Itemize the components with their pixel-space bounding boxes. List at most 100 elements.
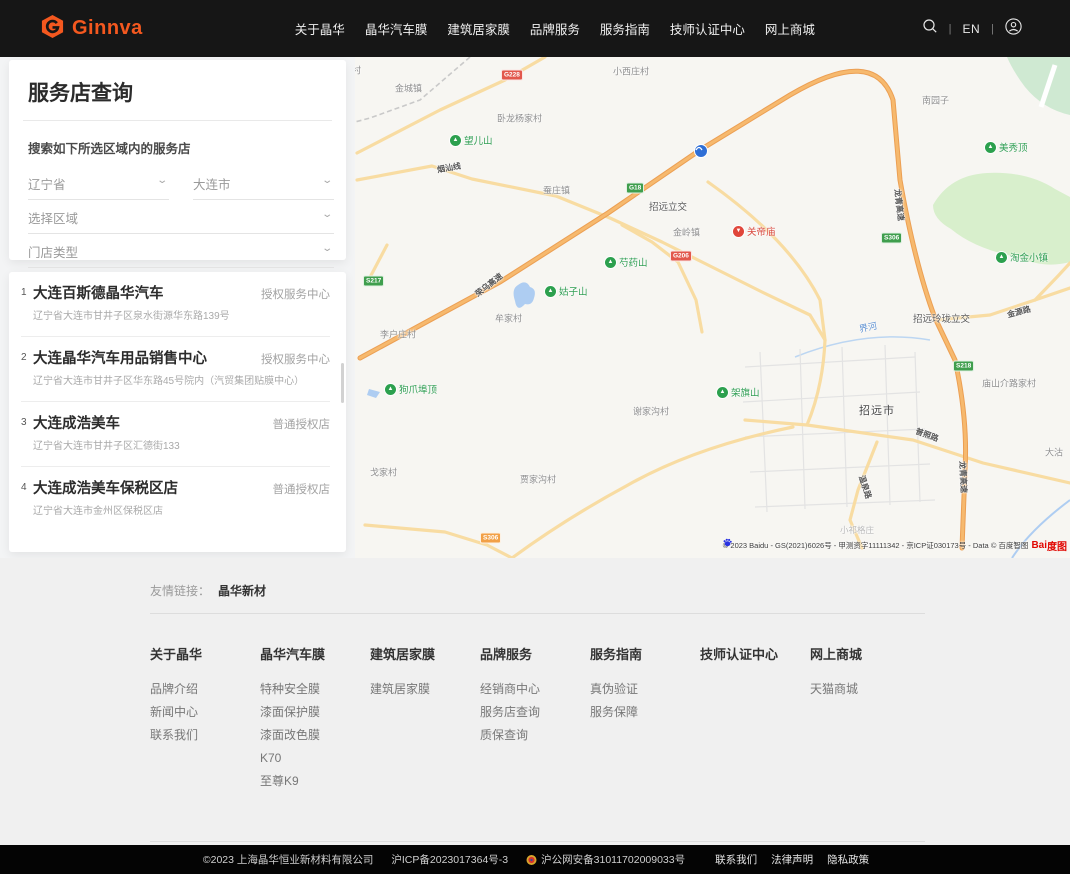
- map-poi[interactable]: ▲望儿山: [450, 133, 493, 147]
- road-badge: G228: [501, 70, 523, 81]
- nav-item-4[interactable]: 服务指南: [598, 15, 652, 42]
- map-poi[interactable]: ▲芍药山: [605, 255, 648, 269]
- select-row: 辽宁省⌄ 大连市 ⌄: [28, 167, 334, 200]
- baidu-map[interactable]: 家村金城镇小西庄村南园子卧龙杨家村蚕庄镇招远立交金岭镇牟家村李户庄村谢家沟村戈家…: [355, 57, 1070, 558]
- select-value: 选择区域: [28, 208, 78, 227]
- footer-column-title[interactable]: 关于晶华: [150, 644, 260, 663]
- footer-link[interactable]: 漆面保护膜: [260, 706, 370, 718]
- store-address: 辽宁省大连市甘井子区华东路45号院内（汽贸集团贴膜中心）: [33, 376, 330, 388]
- poi-label: 淘金小镇: [1010, 250, 1048, 264]
- poi-glyph: ▲: [999, 254, 1005, 260]
- road-badge: S306: [480, 533, 501, 544]
- search-icon[interactable]: [922, 18, 938, 39]
- footer-link[interactable]: 质保查询: [480, 729, 590, 741]
- footer-column-5: 技师认证中心: [700, 644, 810, 798]
- map-poi[interactable]: ▲姑子山: [545, 284, 588, 298]
- store-name: 大连成浩美车保税区店: [33, 481, 178, 498]
- footer-column-title[interactable]: 服务指南: [590, 644, 700, 663]
- footer-columns: 关于晶华品牌介绍新闻中心联系我们晶华汽车膜特种安全膜漆面保护膜漆面改色膜K70至…: [150, 644, 1070, 798]
- select-1[interactable]: 大连市 ⌄: [193, 167, 334, 200]
- footer-link[interactable]: 服务保障: [590, 706, 700, 718]
- nav-item-6[interactable]: 网上商城: [763, 15, 817, 42]
- footer-link[interactable]: 服务店查询: [480, 706, 590, 718]
- language-toggle[interactable]: EN: [962, 22, 980, 36]
- store-head: 3大连成浩美车普通授权店: [21, 416, 330, 433]
- footer-link[interactable]: K70: [260, 752, 370, 764]
- select-0[interactable]: 辽宁省⌄: [28, 167, 169, 200]
- footer-link[interactable]: 真伪验证: [590, 683, 700, 695]
- footer: 友情链接： 晶华新材 关于晶华品牌介绍新闻中心联系我们晶华汽车膜特种安全膜漆面保…: [0, 558, 1070, 845]
- map-copyright-text: © 2023 Baidu - GS(2021)6026号 - 甲测资字11111…: [723, 540, 1029, 551]
- list-scrollbar[interactable]: [341, 363, 344, 403]
- footer-column-title[interactable]: 技师认证中心: [700, 644, 810, 663]
- icp-link[interactable]: 沪ICP备2023017364号-3: [391, 852, 508, 867]
- poi-glyph: ▼: [736, 228, 742, 234]
- police-registration[interactable]: 沪公网安备31011702009033号: [526, 852, 685, 867]
- footer-column-title[interactable]: 晶华汽车膜: [260, 644, 370, 663]
- nav-item-0[interactable]: 关于晶华: [293, 15, 347, 42]
- header-divider: |: [991, 23, 994, 35]
- select-value: 大连市: [193, 174, 231, 193]
- store-address: 辽宁省大连市甘井子区汇德街133: [33, 441, 330, 453]
- map-poi[interactable]: ▼关帝庙: [733, 224, 776, 238]
- store-list-item[interactable]: 3大连成浩美车普通授权店辽宁省大连市甘井子区汇德街133: [9, 402, 346, 467]
- brand-logo[interactable]: Ginnva: [40, 14, 143, 44]
- footer-column-title[interactable]: 建筑居家膜: [370, 644, 480, 663]
- divider: [150, 613, 925, 614]
- footer-link[interactable]: 新闻中心: [150, 706, 260, 718]
- bottom-link[interactable]: 法律声明: [771, 852, 813, 867]
- nav-item-1[interactable]: 晶华汽车膜: [363, 15, 430, 42]
- footer-column-title[interactable]: 品牌服务: [480, 644, 590, 663]
- map-poi[interactable]: ▲狗爪埠顶: [385, 382, 437, 396]
- poi-glyph: ▲: [548, 288, 554, 294]
- poi-label: 架旗山: [731, 385, 760, 399]
- main-nav: 关于晶华晶华汽车膜建筑居家膜品牌服务服务指南技师认证中心网上商城: [293, 15, 817, 42]
- map-poi[interactable]: ▲ 架旗山: [717, 385, 760, 399]
- store-head: 4大连成浩美车保税区店普通授权店: [21, 481, 330, 498]
- poi-glyph: ▲: [720, 389, 726, 395]
- footer-link[interactable]: 至尊K9: [260, 775, 370, 787]
- store-name: 大连百斯德晶华汽车: [33, 286, 164, 303]
- map-poi[interactable]: ▲美秀顶: [985, 140, 1028, 154]
- footer-link[interactable]: 品牌介绍: [150, 683, 260, 695]
- divider: [150, 841, 925, 842]
- mountain-poi-icon: ▲: [605, 257, 616, 268]
- legal-links: 联系我们法律声明隐私政策: [708, 852, 876, 867]
- store-list-item[interactable]: 1大连百斯德晶华汽车授权服务中心辽宁省大连市甘井子区泉水街源华东路139号: [9, 272, 346, 337]
- store-list-item[interactable]: 4大连成浩美车保税区店普通授权店辽宁省大连市金州区保税区店: [9, 467, 346, 518]
- footer-column-title[interactable]: 网上商城: [810, 644, 920, 663]
- friend-link-jinghua[interactable]: 晶华新材: [218, 582, 266, 599]
- select-2[interactable]: 选择区域 ⌄: [28, 201, 334, 234]
- select-3[interactable]: 门店类型⌄: [28, 235, 334, 268]
- footer-column-6: 网上商城天猫商城: [810, 644, 920, 798]
- footer-link[interactable]: 联系我们: [150, 729, 260, 741]
- footer-link[interactable]: 经销商中心: [480, 683, 590, 695]
- nav-item-5[interactable]: 技师认证中心: [668, 15, 747, 42]
- baidu-paw-icon: [723, 538, 732, 547]
- road-badge: G206: [670, 251, 692, 262]
- highway-interchange-marker[interactable]: [695, 145, 707, 157]
- footer-link[interactable]: 天猫商城: [810, 683, 920, 695]
- footer-column-2: 建筑居家膜建筑居家膜: [370, 644, 480, 798]
- select-value: 门店类型: [28, 242, 78, 261]
- footer-column-0: 关于晶华品牌介绍新闻中心联系我们: [150, 644, 260, 798]
- store-number: 4: [21, 482, 33, 493]
- nav-item-3[interactable]: 品牌服务: [528, 15, 582, 42]
- bottom-link[interactable]: 联系我们: [715, 852, 757, 867]
- nav-item-2[interactable]: 建筑居家膜: [445, 15, 512, 42]
- poi-glyph: ▲: [608, 259, 614, 265]
- footer-link[interactable]: 特种安全膜: [260, 683, 370, 695]
- footer-link[interactable]: 漆面改色膜: [260, 729, 370, 741]
- store-list-item[interactable]: 2大连晶华汽车用品销售中心授权服务中心辽宁省大连市甘井子区华东路45号院内（汽贸…: [9, 337, 346, 402]
- map-poi[interactable]: ▲ 淘金小镇: [996, 250, 1048, 264]
- chevron-down-icon: ⌄: [321, 175, 333, 186]
- chevron-down-icon: ⌄: [321, 209, 333, 220]
- search-hint-label: 搜索如下所选区域内的服务店: [9, 121, 346, 157]
- chevron-down-icon: ⌄: [156, 175, 168, 186]
- store-list-card: 1大连百斯德晶华汽车授权服务中心辽宁省大连市甘井子区泉水街源华东路139号2大连…: [9, 272, 346, 552]
- footer-link[interactable]: 建筑居家膜: [370, 683, 480, 695]
- bottom-link[interactable]: 隐私政策: [827, 852, 869, 867]
- store-type-badge: 授权服务中心: [253, 286, 330, 302]
- user-account-icon[interactable]: [1005, 18, 1022, 40]
- region-selects: 辽宁省⌄大连市⌄选择区域⌄门店类型⌄: [9, 157, 346, 268]
